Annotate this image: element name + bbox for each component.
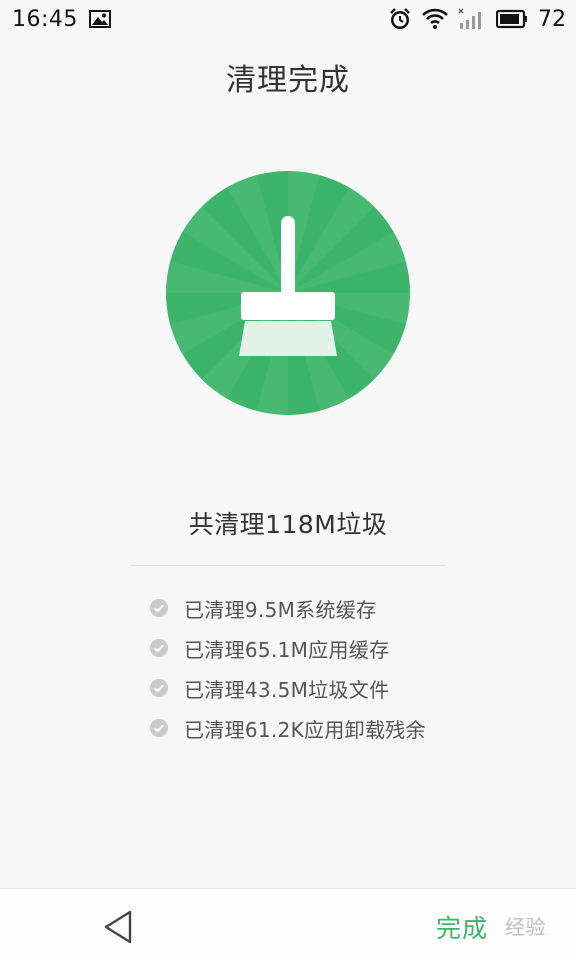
check-icon	[150, 679, 168, 697]
status-time: 16:45	[12, 6, 78, 32]
status-right: 72	[388, 7, 566, 32]
wifi-icon	[422, 8, 448, 30]
status-bar: 16:45 72	[0, 0, 576, 38]
watermark: 经验	[505, 915, 546, 939]
broom-icon	[166, 171, 410, 415]
bottom-bar: 完成 经验	[0, 888, 576, 960]
list-item: 已清理61.2K应用卸载残余	[150, 708, 470, 748]
signal-icon	[458, 8, 486, 30]
check-icon	[150, 639, 168, 657]
battery-icon	[496, 9, 528, 29]
check-icon	[150, 599, 168, 617]
detail-text: 已清理65.1M应用缓存	[184, 637, 390, 662]
back-button[interactable]	[96, 907, 140, 947]
list-item: 已清理9.5M系统缓存	[150, 588, 470, 628]
back-triangle-icon	[104, 910, 132, 944]
list-item: 已清理65.1M应用缓存	[150, 628, 470, 668]
alarm-icon	[388, 7, 412, 31]
image-icon	[88, 9, 112, 29]
cleanup-summary: 共清理118M垃圾	[188, 510, 388, 539]
detail-text: 已清理9.5M系统缓存	[184, 597, 377, 622]
status-left: 16:45	[12, 7, 112, 32]
clean-complete-badge	[165, 170, 411, 416]
detail-text: 已清理61.2K应用卸载残余	[184, 717, 426, 742]
done-button[interactable]: 完成	[436, 909, 488, 945]
detail-text: 已清理43.5M垃圾文件	[184, 677, 390, 702]
check-icon	[150, 719, 168, 737]
list-item: 已清理43.5M垃圾文件	[150, 668, 470, 708]
divider	[131, 565, 445, 566]
cleanup-details-list: 已清理9.5M系统缓存 已清理65.1M应用缓存 已清理43.5M垃圾文件 已清…	[150, 588, 470, 748]
page-title: 清理完成	[226, 63, 350, 98]
battery-level: 72	[538, 6, 566, 32]
